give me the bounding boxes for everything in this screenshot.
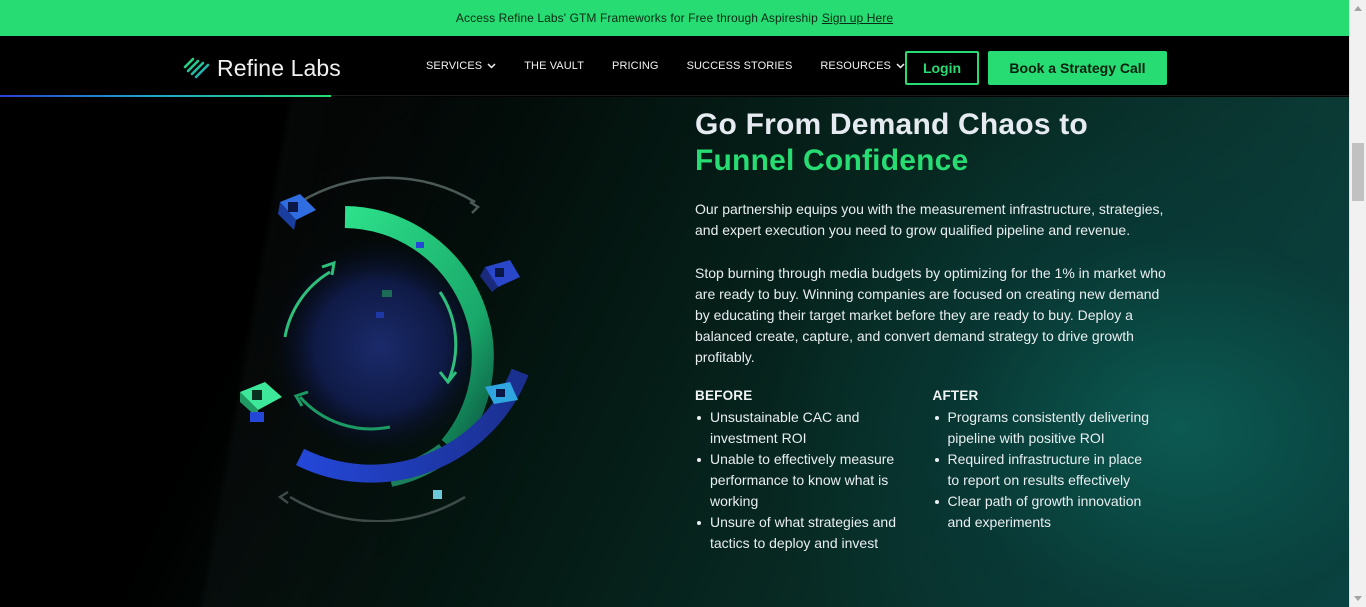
before-list: Unsustainable CAC and investment ROI Una… [695,407,933,554]
before-column: BEFORE Unsustainable CAC and investment … [695,388,933,554]
hero-paragraph-2: Stop burning through media budgets by op… [695,265,1166,365]
logo[interactable]: Refine Labs [183,54,341,82]
refine-labs-logo-icon [183,57,210,79]
nav-resources[interactable]: RESOURCES [820,60,905,72]
nav-pricing-label: PRICING [612,60,659,72]
login-button[interactable]: Login [905,51,979,85]
after-column: AFTER Programs consistently delivering p… [933,388,1171,554]
hero-paragraph-1: Our partnership equips you with the meas… [695,201,1164,238]
signup-link[interactable]: Sign up Here [822,11,893,25]
nav-pricing[interactable]: PRICING [612,60,659,72]
hero-heading-line2: Funnel Confidence [695,144,969,177]
nav-resources-label: RESOURCES [820,60,891,72]
site-header: Refine Labs SERVICES THE VAULT PRICING S… [0,36,1349,96]
outer-arc-top [299,176,476,204]
scroll-down-arrow-icon[interactable] [1354,596,1362,601]
cube-tiny-3 [376,312,384,318]
main-nav: SERVICES THE VAULT PRICING SUCCESS STORI… [426,36,933,96]
logo-text: Refine Labs [217,54,341,81]
arrow-head-top [469,200,480,214]
hero-heading-line1: Go From Demand Chaos to [695,108,1088,141]
scroll-up-arrow-icon[interactable] [1354,6,1362,11]
nav-the-vault[interactable]: THE VAULT [524,60,584,72]
cube-tiny-2 [382,290,392,297]
after-title: AFTER [932,388,979,403]
nav-success-stories[interactable]: SUCCESS STORIES [687,60,793,72]
page-scrollbar[interactable] [1349,0,1366,607]
cube-tiny-4 [433,490,442,499]
cube-blue-right [480,260,520,292]
cube-blue-topleft [278,194,316,230]
nav-services-label: SERVICES [426,60,483,72]
announcement-text: Access Refine Labs' GTM Frameworks for F… [455,11,818,25]
before-item: Unable to effectively measure performanc… [695,449,920,512]
after-item: Required infrastructure in place to repo… [933,449,1158,491]
nav-services[interactable]: SERVICES [426,60,496,72]
cube-tiny-1 [416,242,424,248]
hero-heading: Go From Demand Chaos to Funnel Confidenc… [695,107,1170,179]
before-after-lists: BEFORE Unsustainable CAC and investment … [695,388,1170,554]
hero-section: Go From Demand Chaos to Funnel Confidenc… [0,97,1349,607]
scroll-thumb[interactable] [1352,143,1364,201]
before-item: Unsustainable CAC and investment ROI [695,407,920,449]
nav-success-stories-label: SUCCESS STORIES [686,60,793,72]
after-item: Clear path of growth innovation and expe… [933,491,1158,533]
chevron-down-icon [896,63,905,69]
nav-the-vault-label: THE VAULT [524,60,585,72]
chevron-down-icon [487,63,496,69]
flywheel-illustration [240,176,529,522]
arrow-head-bottom [277,490,289,504]
after-item: Programs consistently delivering pipelin… [933,407,1158,449]
cube-blue-small [250,412,264,422]
announcement-bar: Access Refine Labs' GTM Frameworks for F… [0,0,1349,36]
outer-arc-bottom [289,495,466,522]
before-title: BEFORE [695,388,753,403]
hero-content: Go From Demand Chaos to Funnel Confidenc… [695,107,1170,554]
before-item: Unsure of what strategies and tactics to… [695,512,920,554]
book-strategy-call-button[interactable]: Book a Strategy Call [988,51,1167,85]
after-list: Programs consistently delivering pipelin… [933,407,1171,533]
